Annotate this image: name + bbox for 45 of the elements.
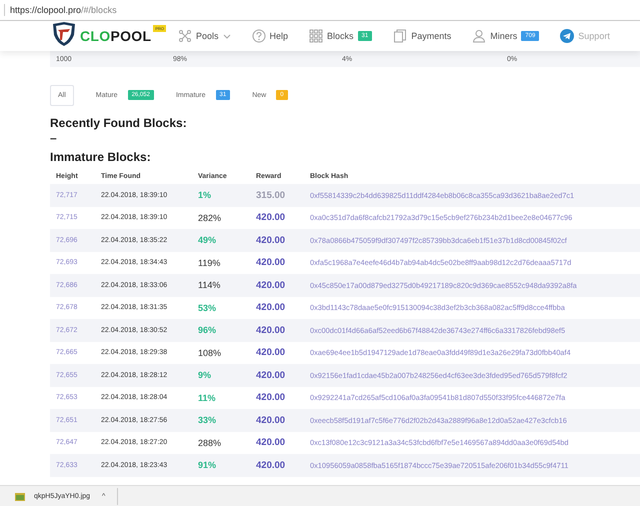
variance-cell-text: 53% [198, 302, 218, 313]
grid-icon [309, 29, 324, 43]
nav-link[interactable]: Blocks [327, 31, 354, 41]
nav-link[interactable]: Pools [196, 31, 219, 41]
reward-cell-text: 420.00 [256, 302, 286, 314]
reward-cell-text: 420.00 [256, 370, 286, 381]
reward-cell-text: 420.00 [256, 257, 286, 268]
user-icon [472, 29, 486, 43]
section-heading: Recently Found Blocks: [50, 116, 188, 130]
variance-cell-text: 108% [198, 348, 222, 358]
send-icon [560, 29, 574, 43]
empty-indicator: – [50, 132, 58, 144]
reward-cell-text: 420.00 [256, 234, 286, 246]
variance-cell-text: 1% [198, 190, 212, 200]
address-url[interactable]: https://clopool.pro/#/blocks [10, 5, 117, 15]
variance-cell-text: 114% [198, 280, 222, 290]
variance-cell-text: 49% [198, 235, 218, 246]
nav-link[interactable]: Miners [490, 31, 518, 41]
logo-text[interactable]: CLOPOOL [80, 28, 152, 44]
reward-cell-text: 420.00 [256, 280, 286, 291]
variance-cell-text: 288% [198, 438, 222, 448]
reward-cell-text: 420.00 [256, 212, 286, 224]
variance-cell-text: 96% [198, 325, 218, 336]
variance-cell-text: 119% [198, 258, 222, 268]
nav-link[interactable]: Help [270, 31, 288, 41]
reward-cell-text: 420.00 [256, 392, 286, 404]
nav-link[interactable]: Payments [411, 31, 452, 41]
file-icon[interactable] [14, 490, 26, 502]
chevron-down-icon[interactable] [222, 34, 231, 38]
variance-cell-text: 282% [198, 212, 222, 223]
variance-cell-text: 33% [198, 415, 218, 426]
variance-cell-text: 11% [198, 392, 217, 403]
nav-link[interactable]: Support [578, 31, 610, 41]
documents-icon [393, 29, 408, 43]
reward-cell-text: 420.00 [256, 437, 286, 448]
help-icon [252, 29, 266, 43]
reward-cell-text: 315.00 [256, 190, 286, 201]
reward-cell-text: 420.00 [256, 414, 286, 426]
reward-cell-text: 420.00 [256, 460, 286, 471]
variance-cell-text: 9% [198, 370, 212, 380]
reward-cell-text: 420.00 [256, 347, 286, 358]
section-heading: Immature Blocks: [50, 150, 152, 164]
variance-cell-text: 91% [198, 460, 218, 470]
reward-cell-text: 420.00 [256, 324, 286, 336]
network-icon [178, 29, 192, 43]
